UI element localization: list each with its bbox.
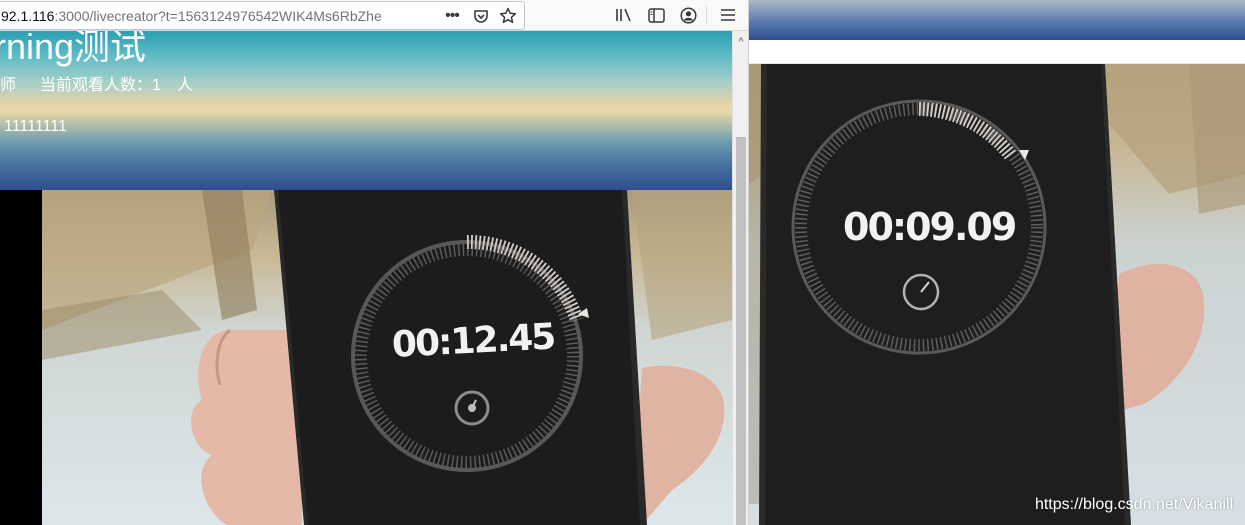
pocket-icon[interactable]	[470, 5, 492, 27]
live-description: 11111111	[4, 118, 67, 135]
sidebar-icon[interactable]	[645, 4, 667, 26]
browser-window-left: 92.1.116:3000/livecreator?t=156312497654…	[0, 0, 748, 525]
vertical-scrollbar[interactable]: ^	[732, 31, 748, 525]
teacher-label: 老师	[0, 76, 16, 96]
more-actions-icon[interactable]: •••	[441, 5, 463, 27]
stopwatch-time-left: 00:12.45	[391, 316, 556, 366]
url-text[interactable]: 92.1.116:3000/livecreator?t=156312497654…	[1, 7, 431, 25]
live-video-left[interactable]: 00:12.45	[0, 190, 732, 525]
stopwatch-phone-left	[42, 190, 732, 525]
browser-toolbar: 92.1.116:3000/livecreator?t=156312497654…	[0, 0, 748, 31]
csdn-watermark: https://blog.csdn.net/Vikanill	[1034, 496, 1233, 513]
live-title: rning测试	[0, 31, 147, 67]
live-video-right[interactable]: 00:09.09	[749, 64, 1245, 525]
url-path: :3000/livecreator?t=1563124976542WIK4Ms6…	[54, 8, 382, 24]
right-header-banner	[749, 0, 1245, 40]
scrollbar-thumb[interactable]	[736, 137, 746, 525]
live-header-banner: rning测试 老师 当前观看人数：1 人 11111111	[0, 31, 732, 190]
scroll-up-icon[interactable]: ^	[733, 35, 748, 49]
video-frame-left: 00:12.45	[42, 190, 732, 525]
stopwatch-phone-right	[749, 64, 1245, 525]
stopwatch-time-right: 00:09.09	[843, 205, 1017, 249]
account-icon[interactable]	[677, 4, 699, 26]
library-icon[interactable]	[613, 4, 635, 26]
url-host: 92.1.116	[1, 8, 55, 24]
right-toolbar-band	[749, 40, 1245, 64]
bookmark-star-icon[interactable]	[497, 5, 519, 27]
page-content: rning测试 老师 当前观看人数：1 人 11111111	[0, 31, 748, 525]
browser-window-right: 00:09.09	[748, 0, 1245, 525]
teacher-text: 老师	[0, 77, 17, 94]
page-viewport: rning测试 老师 当前观看人数：1 人 11111111	[0, 31, 732, 525]
toolbar-separator	[706, 6, 707, 25]
url-bar[interactable]: 92.1.116:3000/livecreator?t=156312497654…	[0, 1, 525, 30]
menu-icon[interactable]	[717, 4, 739, 26]
viewer-count: 当前观看人数：1 人	[40, 77, 193, 94]
